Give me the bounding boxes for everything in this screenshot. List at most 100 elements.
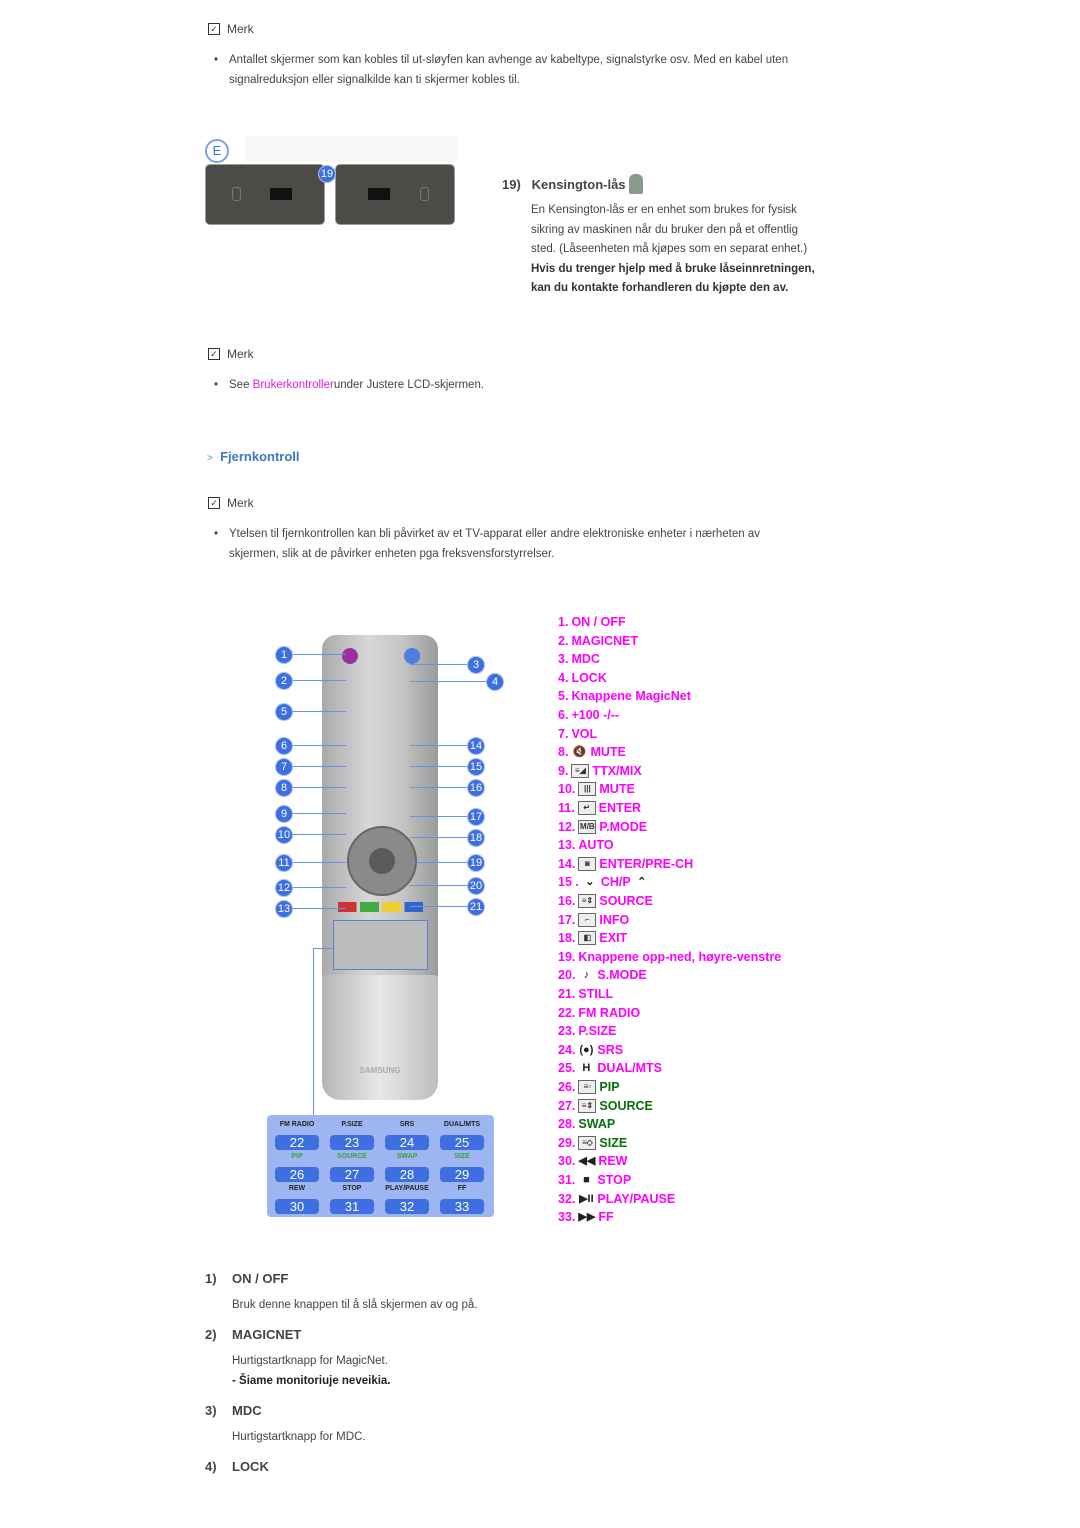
mb-icon: M/B <box>578 819 597 834</box>
item-number: 28. <box>558 1117 576 1132</box>
callout-19: 19 <box>467 854 485 872</box>
detail-heading: 2) MAGICNET <box>205 1327 301 1342</box>
chevron-down-icon: ⌄ <box>585 876 595 889</box>
callout-line <box>291 787 346 788</box>
detail-title: MAGICNET <box>232 1327 302 1342</box>
section-heading: > Fjernkontroll <box>207 449 300 464</box>
kensington-number: 19) <box>502 177 521 192</box>
panel-button-number: 33 <box>440 1199 484 1214</box>
srs-icon: (●) <box>579 1043 594 1056</box>
button-list-item: 22. FM RADIO <box>558 1006 640 1020</box>
panel-button-number: 22 <box>275 1135 319 1150</box>
item-label: ENTER/PRE-CH <box>599 856 694 871</box>
callout-7: 7 <box>275 758 293 776</box>
note-text: under Justere LCD-skjermen. <box>333 379 485 391</box>
chevron-right-icon: > <box>207 453 213 464</box>
item-number: 9. <box>558 763 569 778</box>
figure-badge: E <box>205 139 229 163</box>
button-list-item: 21. STILL <box>558 987 613 1001</box>
item-number: 19. <box>558 949 576 964</box>
item-number: 2. <box>558 633 569 648</box>
item-number: 13. <box>558 838 576 853</box>
button-list-item: 6. +100 -/-- <box>558 708 619 722</box>
kensington-bold-text: Hvis du trenger hjelp med å bruke låsein… <box>531 262 815 295</box>
callout-line <box>313 948 333 949</box>
detail-body: Hurtigstartknapp for MDC. <box>232 1431 366 1443</box>
callout-17: 17 <box>467 808 485 826</box>
note-bullet: • See Brukerkontrollerunder Justere LCD-s… <box>214 379 485 391</box>
item-number: 30. <box>558 1154 576 1169</box>
detail-warning: - Šiame monitoriuje neveikia. <box>232 1375 391 1387</box>
callout-line <box>410 787 475 788</box>
panel-label: P.SIZE <box>341 1121 363 1128</box>
enter-icon: ↵ <box>577 801 596 815</box>
callout-20: 20 <box>467 877 485 895</box>
callout-line <box>410 664 475 665</box>
item-label: SOURCE <box>599 1098 653 1113</box>
note-header: ✓ Merk <box>208 496 254 510</box>
callout-line <box>291 834 346 835</box>
mdc-button <box>404 648 420 664</box>
callout-15: 15 <box>467 758 485 776</box>
panel-label: PIP <box>291 1153 303 1160</box>
remote-bottom-panel: FM RADIO 22 P.SIZE 23 SRS 24 DUAL/MTS 25 PIP 26 SO… <box>267 1115 494 1217</box>
callout-5: 5 <box>275 703 293 721</box>
note-text: Antallet skjermer som kan kobles til ut-… <box>229 54 789 86</box>
button-list-item: 19. Knappene opp-ned, høyre-venstre <box>558 950 781 964</box>
item-number: 23. <box>558 1024 576 1039</box>
item-label: SWAP <box>578 1117 616 1132</box>
callout-10: 10 <box>275 826 293 844</box>
callout-line <box>410 681 494 682</box>
callout-line <box>410 745 475 746</box>
item-number: 7. <box>558 726 569 741</box>
callout-line <box>291 862 346 863</box>
item-number: 26. <box>558 1080 576 1094</box>
button-list-item: 25. H DUAL/MTS <box>558 1061 662 1075</box>
item-label: FF <box>598 1210 614 1225</box>
item-number: 15 . <box>558 875 579 890</box>
callout-1: 1 <box>275 646 293 664</box>
panel-label: REW <box>288 1185 306 1192</box>
button-list-item: 23. P.SIZE <box>558 1024 616 1038</box>
rewind-icon: ◀◀ <box>578 1155 596 1168</box>
panel-button-number: 23 <box>330 1135 374 1150</box>
item-label: PLAY/PAUSE <box>597 1191 676 1206</box>
item-label: REW <box>598 1154 628 1169</box>
item-number: 29. <box>558 1135 576 1150</box>
item-number: 24. <box>558 1042 576 1057</box>
kensington-heading: 19) Kensington-lås <box>502 174 644 194</box>
callout-line <box>313 948 314 1115</box>
dual-icon: H <box>582 1062 591 1075</box>
detail-heading: 4) LOCK <box>205 1459 269 1474</box>
callout-line <box>291 908 346 909</box>
panel-label: SOURCE <box>337 1153 367 1160</box>
detail-number: 4) <box>205 1459 217 1474</box>
note-label: Merk <box>227 22 254 36</box>
columns-icon: ||| <box>578 782 597 797</box>
note-label: Merk <box>227 496 254 510</box>
bottom-keypad <box>333 920 428 970</box>
callout-line <box>410 837 475 838</box>
detail-number: 3) <box>205 1403 217 1418</box>
brukerkontroller-link[interactable]: Brukerkontroller <box>253 379 334 391</box>
callout-9: 9 <box>275 805 293 823</box>
button-list-item: 9. ≡◢ TTX/MIX <box>558 763 642 778</box>
button-list-item: 3. MDC <box>558 652 600 666</box>
item-label: DUAL/MTS <box>597 1061 662 1076</box>
button-list-item: 8. 🔇 MUTE <box>558 745 626 759</box>
callout-13: 13 <box>275 900 293 918</box>
pip-icon: ≡▫ <box>578 1080 597 1094</box>
button-list-item: 15 . ⌄ CH/P ⌃ <box>558 875 650 889</box>
button-list-item: 1. ON / OFF <box>558 615 626 629</box>
checkbox-note-icon: ✓ <box>208 23 220 35</box>
callout-8: 8 <box>275 779 293 797</box>
detail-heading: 3) MDC <box>205 1403 262 1418</box>
item-label: CH/P <box>600 875 631 890</box>
callout-line <box>410 885 475 886</box>
item-label: SOURCE <box>599 894 653 908</box>
callout-11: 11 <box>275 854 293 872</box>
s-mode-icon: ♪ <box>583 969 590 982</box>
detail-body: Hurtigstartknapp for MagicNet. <box>232 1355 388 1367</box>
item-label: TTX/MIX <box>592 763 642 778</box>
item-label: INFO <box>599 912 630 927</box>
